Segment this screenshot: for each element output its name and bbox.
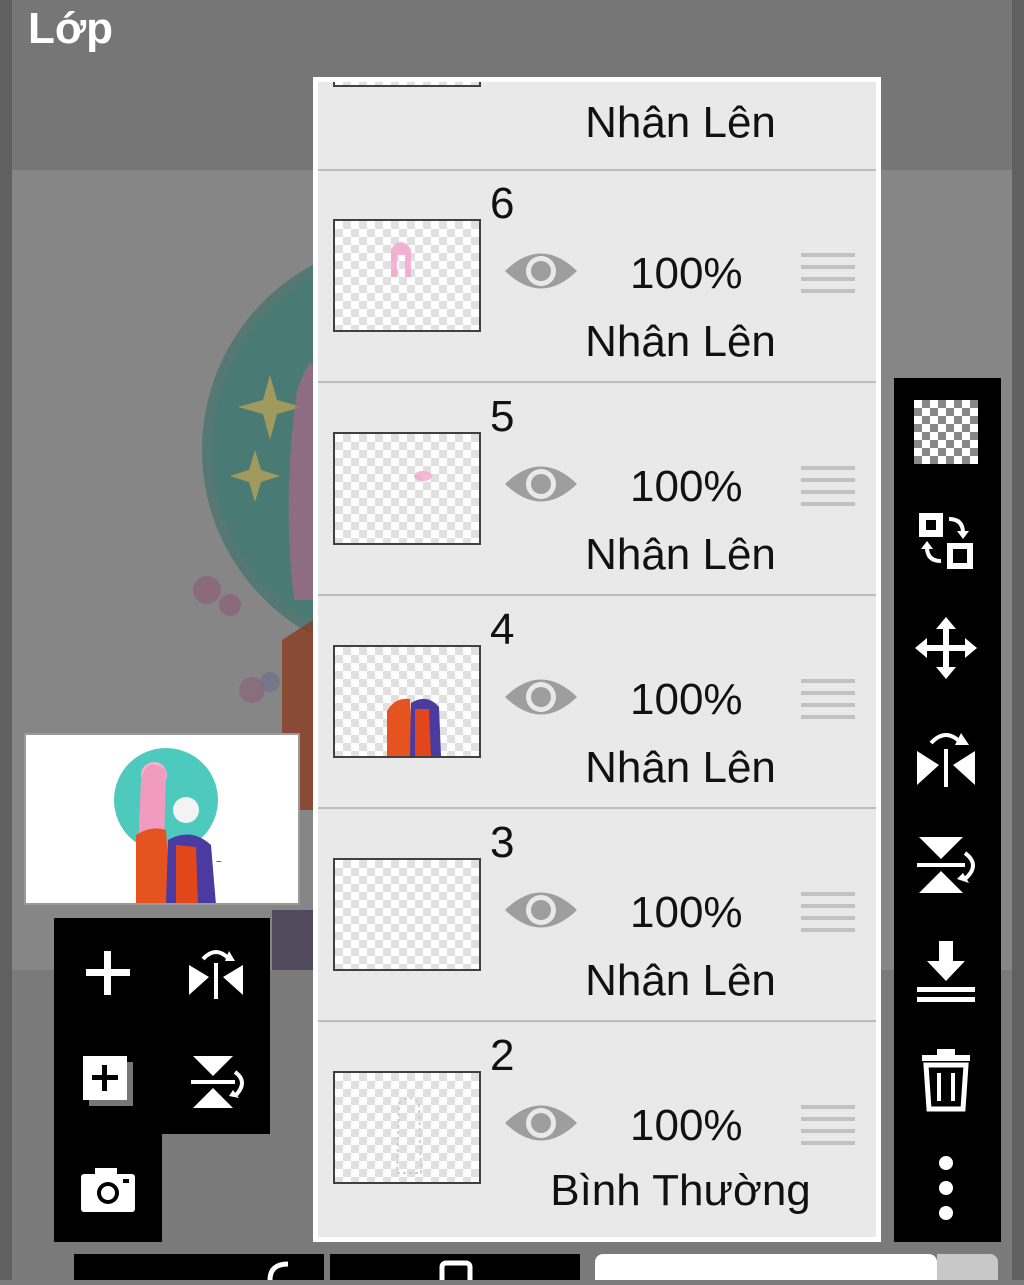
- layers-icon: [439, 1260, 473, 1285]
- page-title: Lớp: [28, 4, 114, 53]
- layer-number: 2: [490, 1031, 515, 1080]
- layer-thumbnail: [333, 219, 481, 332]
- flip-horizontal-button[interactable]: [171, 928, 261, 1018]
- layer-number: 6: [490, 179, 515, 228]
- add-layer-copy-button[interactable]: [63, 1036, 153, 1126]
- layer-opacity[interactable]: 100%: [630, 675, 743, 725]
- layer-number: 4: [490, 605, 515, 654]
- layer-blend-mode[interactable]: Bình Thường: [478, 1166, 876, 1216]
- layer-number: 5: [490, 392, 515, 441]
- layer-row-7[interactable]: Nhân Lên: [318, 82, 876, 171]
- drag-handle-icon[interactable]: [801, 679, 855, 721]
- drag-handle-icon[interactable]: [801, 466, 855, 508]
- eye-icon[interactable]: [503, 885, 579, 935]
- move-icon: [915, 617, 977, 679]
- screen-edge-left: [0, 0, 12, 1280]
- trash-icon: [922, 1049, 970, 1112]
- layer-thumbnail: [333, 82, 481, 87]
- bottom-bar-button-1[interactable]: [74, 1254, 324, 1281]
- drag-handle-icon[interactable]: [801, 1105, 855, 1147]
- swap-layer-button[interactable]: [910, 504, 982, 576]
- drag-handle-icon[interactable]: [801, 253, 855, 295]
- delete-layer-button[interactable]: [910, 1044, 982, 1116]
- preview-artwork: ~: [114, 748, 222, 903]
- layer-thumbnail: [333, 432, 481, 545]
- flip-vertical-icon: [191, 1056, 244, 1108]
- camera-icon: [81, 1168, 135, 1212]
- transparency-grid-icon: [914, 400, 978, 464]
- layer-thumbnail: [333, 858, 481, 971]
- undo-icon: [267, 1261, 289, 1281]
- layer-row-6[interactable]: 6 100% Nhân Lên: [318, 171, 876, 383]
- layer-opacity[interactable]: 100%: [630, 462, 743, 512]
- svg-text:~: ~: [216, 857, 222, 868]
- layer-blend-mode[interactable]: Nhân Lên: [478, 956, 876, 1006]
- add-layer-button[interactable]: [63, 928, 153, 1018]
- eye-icon[interactable]: [503, 459, 579, 509]
- flip-vertical-button[interactable]: [171, 1036, 261, 1126]
- layer-list[interactable]: Nhân Lên 6 100% Nhân Lên 5 100% Nhân Lên: [318, 82, 876, 1237]
- bottom-bar-button-4[interactable]: [937, 1254, 998, 1280]
- layer-thumbnail: [333, 1071, 481, 1184]
- layer-blend-mode[interactable]: Nhân Lên: [478, 98, 876, 148]
- layer-blend-mode[interactable]: Nhân Lên: [478, 743, 876, 793]
- move-button[interactable]: [910, 612, 982, 684]
- camera-button[interactable]: [63, 1144, 153, 1234]
- layer-thumbnail: [333, 645, 481, 758]
- flip-vertical-icon: [917, 837, 975, 893]
- layer-number: 3: [490, 818, 515, 867]
- layer-opacity[interactable]: 100%: [630, 249, 743, 299]
- right-toolbar: [894, 378, 1001, 1242]
- more-options-button[interactable]: [910, 1152, 982, 1224]
- eye-icon[interactable]: [503, 672, 579, 722]
- layer-opacity[interactable]: 100%: [630, 888, 743, 938]
- eye-icon[interactable]: [503, 1098, 579, 1148]
- layer-panel: Nhân Lên 6 100% Nhân Lên 5 100% Nhân Lên: [313, 77, 881, 1242]
- flip-vertical-layer-button[interactable]: [910, 828, 982, 900]
- canvas-preview[interactable]: ~: [24, 733, 300, 905]
- bottom-bar-button-2[interactable]: [330, 1254, 580, 1285]
- layer-row-5[interactable]: 5 100% Nhân Lên: [318, 384, 876, 596]
- layer-row-4[interactable]: 4 100% Nhân Lên: [318, 597, 876, 809]
- bottom-bar-button-3[interactable]: [595, 1254, 937, 1280]
- plus-icon: [86, 951, 130, 995]
- drag-handle-icon[interactable]: [801, 892, 855, 934]
- flip-horizontal-icon: [189, 950, 243, 999]
- layer-blend-mode[interactable]: Nhân Lên: [478, 317, 876, 367]
- layer-opacity[interactable]: 100%: [630, 1101, 743, 1151]
- swap-icon: [919, 513, 973, 569]
- screen-edge-right: [1012, 0, 1024, 1280]
- layer-row-2[interactable]: 2 100% Bình Thường: [318, 1023, 876, 1237]
- merge-down-icon: [917, 941, 975, 1002]
- layer-row-3[interactable]: 3 100% Nhân Lên: [318, 810, 876, 1022]
- transparency-button[interactable]: [910, 396, 982, 468]
- layer-blend-mode[interactable]: Nhân Lên: [478, 530, 876, 580]
- merge-down-button[interactable]: [910, 936, 982, 1008]
- eye-icon[interactable]: [503, 246, 579, 296]
- flip-horizontal-icon: [917, 733, 975, 787]
- more-vertical-icon: [939, 1156, 953, 1220]
- flip-horizontal-layer-button[interactable]: [910, 720, 982, 792]
- add-layer-copy-icon: [83, 1056, 133, 1106]
